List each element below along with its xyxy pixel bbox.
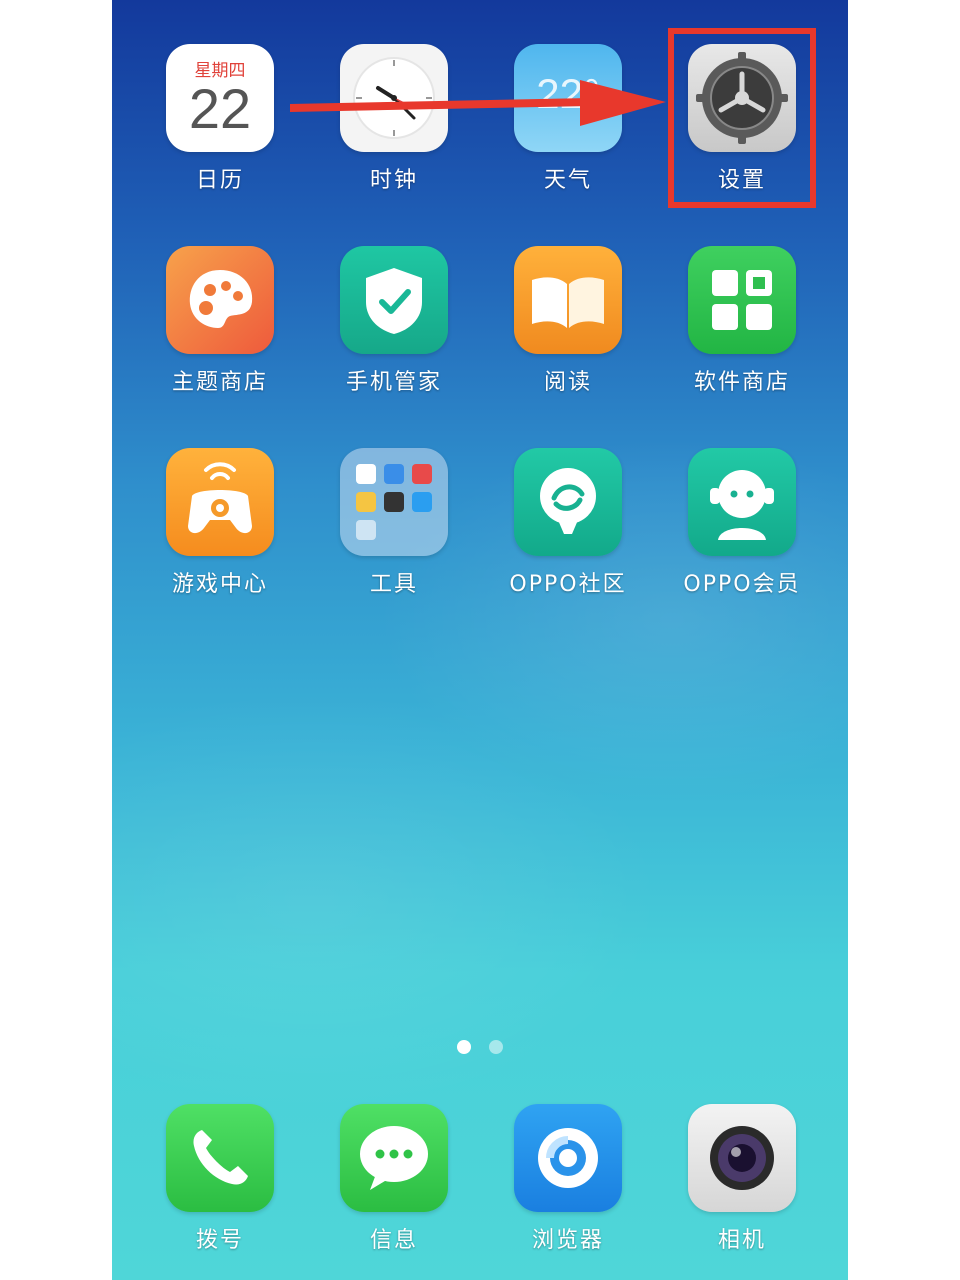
folder-icon bbox=[340, 448, 448, 556]
app-label: 游戏中心 bbox=[171, 572, 268, 597]
highlight-box bbox=[668, 28, 816, 208]
app-label: 拨号 bbox=[195, 1228, 244, 1253]
app-label: 主题商店 bbox=[171, 370, 268, 395]
chat-bubble-icon bbox=[340, 1104, 448, 1212]
app-weather[interactable]: 22° 天气 bbox=[498, 44, 638, 224]
arrow-icon bbox=[290, 80, 666, 126]
app-row-3: 游戏中心 工具 OPPO社区 OPPO会员 bbox=[112, 448, 848, 648]
book-icon bbox=[514, 246, 622, 354]
page-dot[interactable] bbox=[489, 1040, 503, 1054]
gamepad-icon bbox=[166, 448, 274, 556]
app-calendar[interactable]: 星期四 22 日历 bbox=[150, 44, 290, 224]
grid-icon bbox=[688, 246, 796, 354]
app-messages[interactable]: 信息 bbox=[324, 1104, 464, 1280]
app-game-center[interactable]: 游戏中心 bbox=[150, 448, 290, 628]
app-label: 信息 bbox=[369, 1228, 418, 1253]
palette-icon bbox=[166, 246, 274, 354]
browser-icon bbox=[514, 1104, 622, 1212]
app-label: 时钟 bbox=[369, 168, 418, 193]
app-camera[interactable]: 相机 bbox=[672, 1104, 812, 1280]
app-oppo-community[interactable]: OPPO社区 bbox=[498, 448, 638, 628]
app-oppo-member[interactable]: OPPO会员 bbox=[672, 448, 812, 628]
shield-icon bbox=[340, 246, 448, 354]
camera-lens-icon bbox=[688, 1104, 796, 1212]
robot-avatar-icon bbox=[688, 448, 796, 556]
app-label: 相机 bbox=[717, 1228, 766, 1253]
app-browser[interactable]: 浏览器 bbox=[498, 1104, 638, 1280]
page-dot-active[interactable] bbox=[457, 1040, 471, 1054]
app-phone-manager[interactable]: 手机管家 bbox=[324, 246, 464, 426]
app-label: 工具 bbox=[369, 572, 418, 597]
app-label: 浏览器 bbox=[531, 1228, 604, 1253]
app-software-store[interactable]: 软件商店 bbox=[672, 246, 812, 426]
app-label: OPPO会员 bbox=[683, 572, 801, 597]
app-reader[interactable]: 阅读 bbox=[498, 246, 638, 426]
app-label: OPPO社区 bbox=[509, 572, 627, 597]
app-theme-store[interactable]: 主题商店 bbox=[150, 246, 290, 426]
app-row-2: 主题商店 手机管家 阅读 软件商店 bbox=[112, 246, 848, 446]
app-folder-tools[interactable]: 工具 bbox=[324, 448, 464, 628]
app-label: 日历 bbox=[195, 168, 244, 193]
app-label: 阅读 bbox=[543, 370, 592, 395]
app-dialer[interactable]: 拨号 bbox=[150, 1104, 290, 1280]
app-label: 天气 bbox=[543, 168, 592, 193]
app-clock[interactable]: 时钟 bbox=[324, 44, 464, 224]
dock: 拨号 信息 浏览器 相机 bbox=[112, 1104, 848, 1280]
calendar-day: 22 bbox=[188, 77, 252, 140]
phone-icon bbox=[166, 1104, 274, 1212]
app-label: 手机管家 bbox=[345, 370, 442, 395]
app-label: 软件商店 bbox=[693, 370, 790, 395]
page-indicator bbox=[112, 1040, 848, 1054]
balloon-icon bbox=[514, 448, 622, 556]
calendar-icon: 星期四 22 bbox=[166, 44, 274, 152]
